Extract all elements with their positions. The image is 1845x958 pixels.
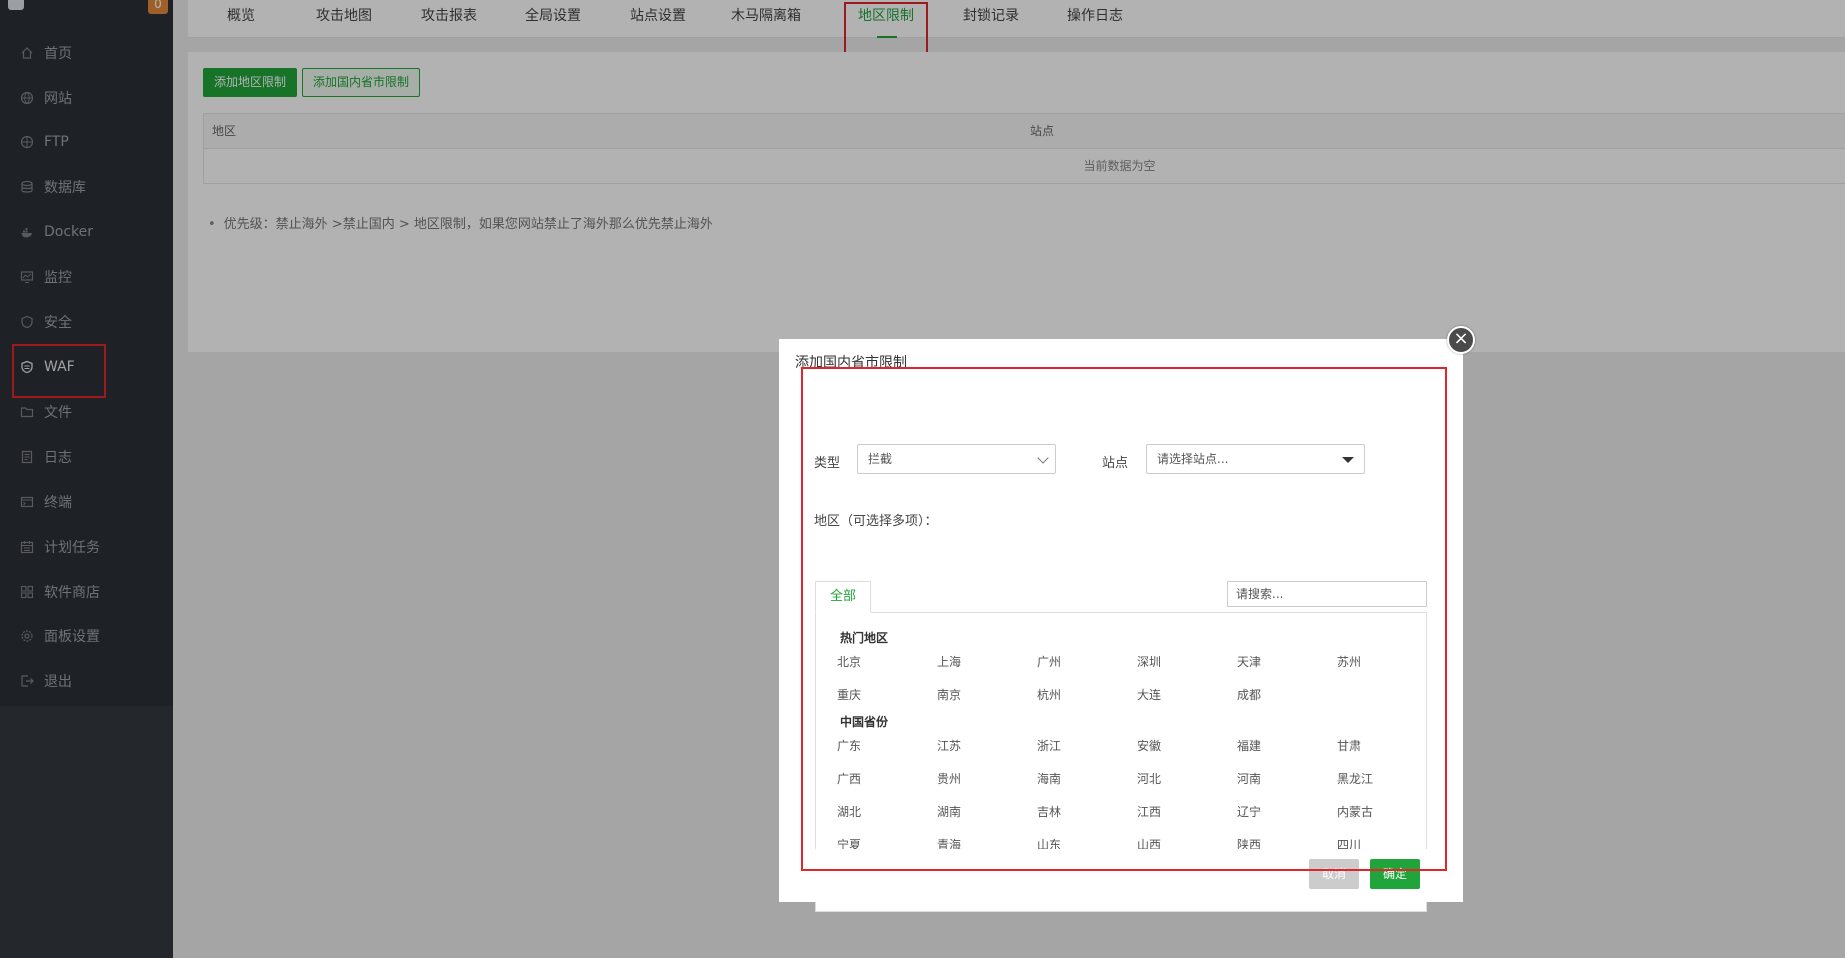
region-option[interactable]: 北京 [837, 653, 861, 670]
region-option[interactable]: 广西 [837, 770, 861, 787]
region-option[interactable]: 杭州 [1037, 686, 1061, 703]
region-option[interactable]: 浙江 [1037, 737, 1061, 754]
confirm-button[interactable]: 确定 [1370, 859, 1420, 889]
region-option[interactable]: 苏州 [1337, 653, 1361, 670]
modal-body: 类型 拦截 站点 请选择站点... 地区（可选择多项）： 全部 热门地区 中国省… [799, 385, 1443, 912]
region-option[interactable]: 黑龙江 [1337, 770, 1373, 787]
region-option[interactable]: 湖北 [837, 803, 861, 820]
site-select[interactable]: 请选择站点... [1146, 444, 1365, 474]
region-option[interactable]: 湖南 [937, 803, 961, 820]
hot-regions-title: 热门地区 [840, 631, 889, 645]
region-option[interactable]: 内蒙古 [1337, 803, 1373, 820]
site-label: 站点 [1102, 456, 1129, 471]
chevron-down-icon [1037, 452, 1049, 464]
region-option[interactable]: 安徽 [1137, 737, 1161, 754]
region-option[interactable]: 重庆 [837, 686, 861, 703]
provinces-title: 中国省份 [840, 715, 889, 729]
region-label: 地区（可选择多项）： [814, 514, 938, 529]
region-option[interactable]: 江苏 [937, 737, 961, 754]
region-option[interactable]: 吉林 [1037, 803, 1061, 820]
type-select[interactable]: 拦截 [857, 444, 1056, 474]
close-icon[interactable]: × [1447, 326, 1475, 354]
region-option[interactable]: 贵州 [937, 770, 961, 787]
region-option[interactable]: 深圳 [1137, 653, 1161, 670]
region-option[interactable]: 辽宁 [1237, 803, 1261, 820]
type-select-value: 拦截 [868, 452, 893, 466]
region-option[interactable]: 海南 [1037, 770, 1061, 787]
region-option[interactable]: 南京 [937, 686, 961, 703]
region-option[interactable]: 上海 [937, 653, 961, 670]
site-select-placeholder: 请选择站点... [1157, 452, 1229, 466]
type-label: 类型 [814, 456, 841, 471]
region-option[interactable]: 甘肃 [1337, 737, 1361, 754]
region-option[interactable]: 大连 [1137, 686, 1161, 703]
region-option[interactable]: 河南 [1237, 770, 1261, 787]
modal-footer [779, 849, 1463, 902]
region-option[interactable]: 天津 [1237, 653, 1261, 670]
region-option[interactable]: 成都 [1237, 686, 1261, 703]
region-option[interactable]: 河北 [1137, 770, 1161, 787]
region-option[interactable]: 广东 [837, 737, 861, 754]
region-search-input[interactable] [1227, 581, 1427, 607]
region-option[interactable]: 福建 [1237, 737, 1261, 754]
caret-down-icon [1342, 457, 1354, 463]
cancel-button[interactable]: 取消 [1309, 859, 1359, 889]
add-province-modal: 添加国内省市限制 类型 拦截 站点 请选择站点... 地区（可选择多项）： 全部… [779, 339, 1463, 912]
region-option[interactable]: 广州 [1037, 653, 1061, 670]
modal-title: 添加国内省市限制 [795, 355, 907, 371]
region-tab-all[interactable]: 全部 [815, 581, 871, 613]
region-option[interactable]: 江西 [1137, 803, 1161, 820]
